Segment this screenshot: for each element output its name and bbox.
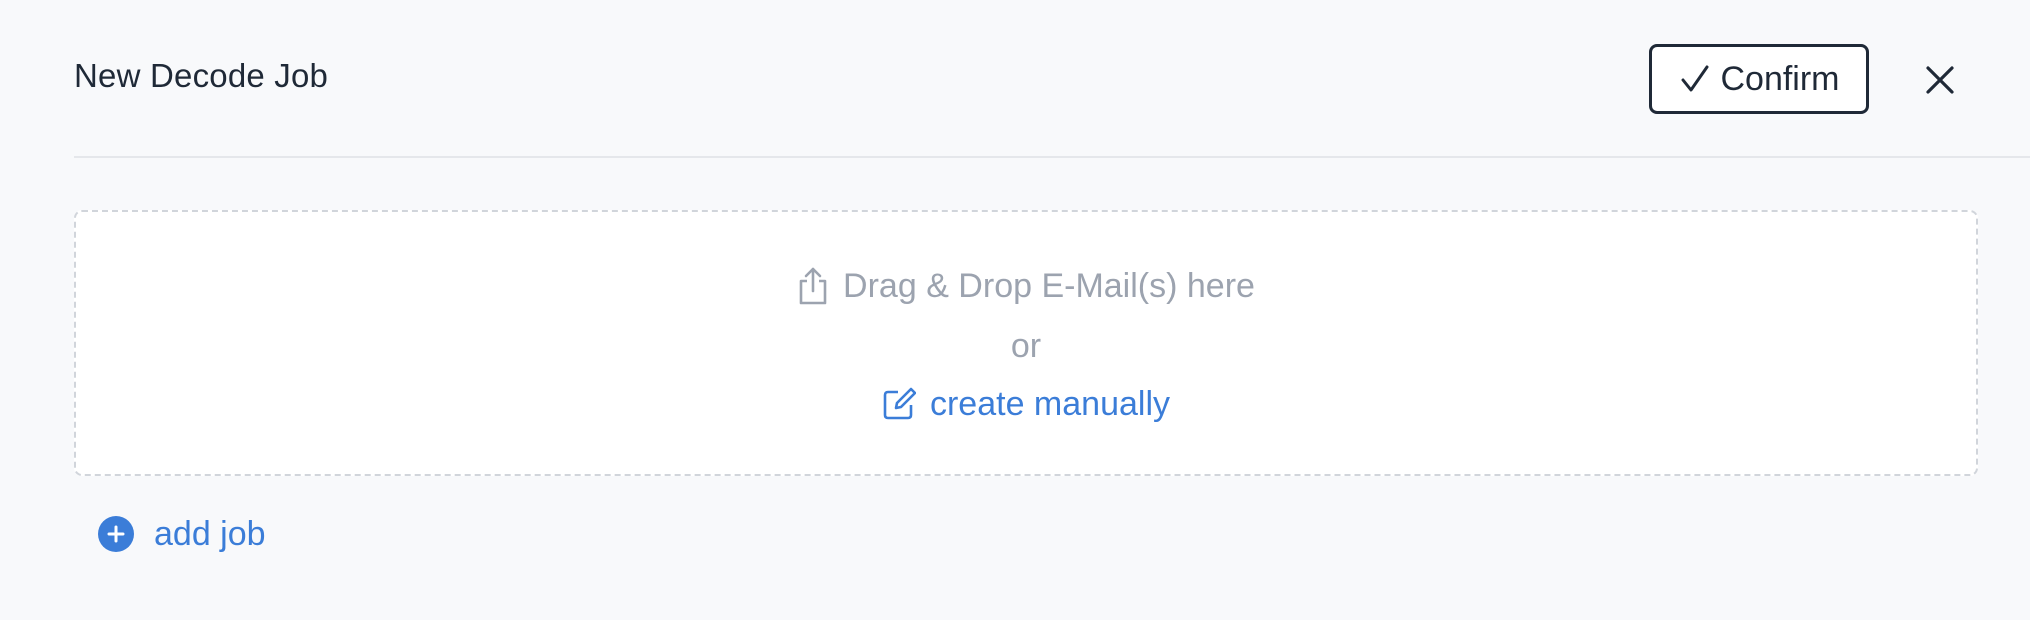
confirm-button-label: Confirm — [1720, 59, 1840, 98]
upload-share-icon — [797, 266, 829, 306]
add-job-button[interactable]: add job — [98, 512, 266, 556]
page-title: New Decode Job — [74, 57, 329, 94]
add-job-label: add job — [154, 515, 266, 553]
header-divider — [74, 156, 2030, 158]
check-icon — [1678, 62, 1712, 96]
create-manually-link[interactable]: create manually — [76, 382, 1976, 426]
drop-instruction-label: Drag & Drop E-Mail(s) here — [843, 267, 1255, 305]
or-separator: or — [1010, 327, 1042, 365]
close-button[interactable] — [1922, 62, 1958, 98]
drop-instruction: Drag & Drop E-Mail(s) here — [76, 264, 1976, 308]
edit-square-icon — [882, 387, 916, 421]
close-icon — [1925, 65, 1955, 95]
create-manually-label: create manually — [929, 385, 1170, 423]
email-dropzone[interactable]: Drag & Drop E-Mail(s) here or create man… — [74, 210, 1978, 476]
plus-circle-icon — [98, 516, 134, 552]
confirm-button[interactable]: Confirm — [1649, 44, 1869, 114]
